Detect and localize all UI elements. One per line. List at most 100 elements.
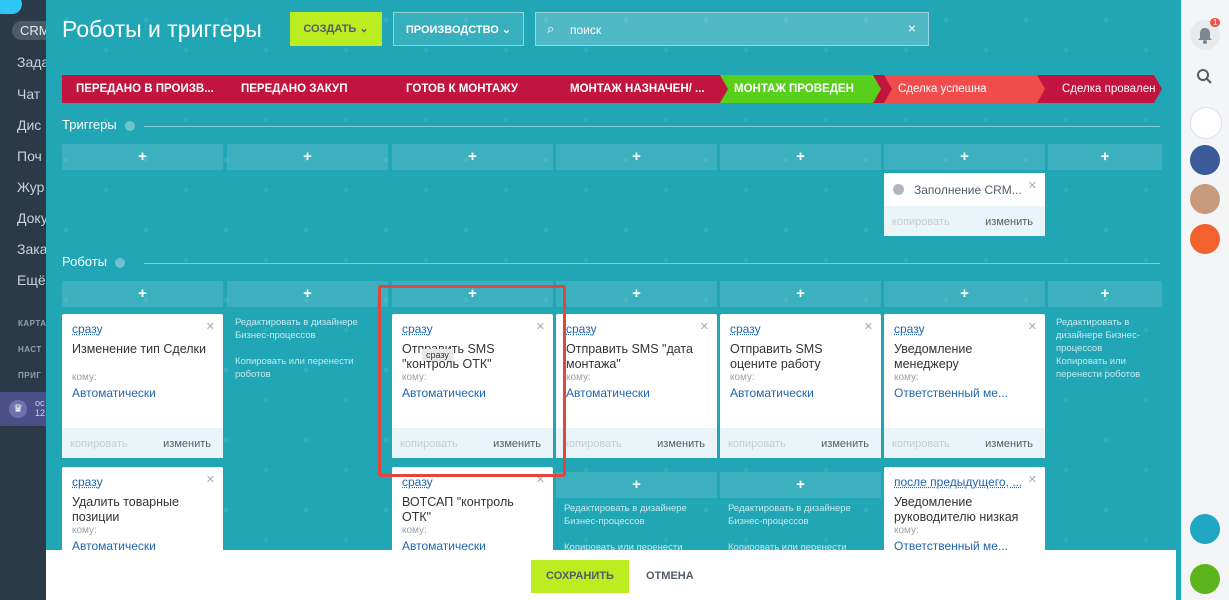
- robot-timing[interactable]: после предыдущего, ...: [894, 475, 1022, 489]
- add-robot-button[interactable]: +: [62, 281, 223, 307]
- search-box[interactable]: ⌕ поиск ×: [535, 12, 929, 46]
- edit-in-designer-link[interactable]: Редактировать в дизайнере Бизнес-процесс…: [728, 502, 868, 528]
- robot-timing[interactable]: сразу: [72, 475, 103, 489]
- edit-link[interactable]: изменить: [163, 438, 211, 450]
- robot-recipient-value[interactable]: Автоматически: [72, 386, 156, 400]
- nav-user-block[interactable]: ♛ ос 12: [0, 392, 46, 426]
- edit-link[interactable]: изменить: [657, 438, 705, 450]
- robot-timing[interactable]: сразу: [894, 322, 925, 336]
- add-robot-button[interactable]: +: [556, 281, 717, 307]
- nav-invite-link[interactable]: ПРИГ: [18, 371, 41, 380]
- stage-4[interactable]: МОНТАЖ ПРОВЕДЕН: [720, 75, 881, 103]
- close-icon[interactable]: ✕: [1028, 179, 1037, 192]
- robot-timing[interactable]: сразу: [72, 322, 103, 336]
- clear-icon[interactable]: ×: [908, 20, 916, 36]
- bitrix-logo[interactable]: [0, 0, 22, 14]
- close-icon[interactable]: ✕: [864, 320, 873, 333]
- edit-in-designer-link[interactable]: Редактировать в дизайнере Бизнес-процесс…: [564, 502, 704, 528]
- add-trigger-button[interactable]: +: [556, 144, 717, 170]
- cancel-button[interactable]: ОТМЕНА: [646, 560, 694, 593]
- robot-recipient-value[interactable]: Ответственный ме...: [894, 386, 1008, 400]
- add-trigger-button[interactable]: +: [392, 144, 553, 170]
- close-icon[interactable]: ✕: [1028, 473, 1037, 486]
- stage-3[interactable]: МОНТАЖ НАЗНАЧЕН/ ...: [556, 75, 717, 103]
- help-icon[interactable]: [124, 120, 135, 131]
- help-icon[interactable]: [115, 257, 126, 268]
- close-icon[interactable]: ✕: [206, 473, 215, 486]
- nav-item-mail[interactable]: Поч: [17, 148, 42, 164]
- nav-item-journal[interactable]: Жур: [17, 179, 44, 195]
- robots-heading: Роботы: [62, 254, 126, 269]
- add-robot-button[interactable]: +: [227, 281, 388, 307]
- add-trigger-button[interactable]: +: [720, 144, 881, 170]
- nav-item-more[interactable]: Ещё: [17, 272, 46, 288]
- search-input[interactable]: поиск: [570, 23, 601, 37]
- chevron-down-icon: ⌄: [359, 23, 369, 35]
- close-icon[interactable]: ✕: [206, 320, 215, 333]
- telephony-icon[interactable]: [1190, 514, 1220, 544]
- open-channels-icon[interactable]: [1190, 145, 1220, 175]
- nav-settings-link[interactable]: НАСТ: [18, 345, 42, 354]
- stage-6[interactable]: Сделка провален: [1048, 75, 1162, 103]
- robot-timing[interactable]: сразу: [402, 475, 433, 489]
- add-robot-button[interactable]: +: [1048, 281, 1162, 307]
- user-avatar[interactable]: [1190, 184, 1220, 214]
- stage-5[interactable]: Сделка успешна: [884, 75, 1045, 103]
- copy-link[interactable]: копировать: [564, 438, 622, 450]
- edit-link[interactable]: изменить: [985, 438, 1033, 450]
- copy-move-link[interactable]: Копировать или перенести роботов: [1056, 355, 1164, 381]
- card-footer: копировать изменить: [884, 206, 1045, 236]
- edit-in-designer-link[interactable]: Редактировать в дизайнере Бизнес-процесс…: [235, 316, 375, 342]
- robot-recipient-value[interactable]: Автоматически: [566, 386, 650, 400]
- edit-link[interactable]: изменить: [821, 438, 869, 450]
- nav-map-link[interactable]: КАРТА: [18, 319, 46, 328]
- copy-link[interactable]: копировать: [892, 216, 950, 228]
- robot-card[interactable]: сразу ✕ Уведомление менеджеру кому: Отве…: [884, 314, 1045, 458]
- nav-item-tasks[interactable]: Зада: [17, 54, 46, 70]
- robot-timing[interactable]: сразу: [730, 322, 761, 336]
- trigger-card[interactable]: Заполнение CRM... ✕ копировать изменить: [884, 173, 1045, 236]
- zennoposter-app-icon[interactable]: [1190, 107, 1222, 139]
- robot-card[interactable]: сразу ✕ Отправить SMS оцените работу ком…: [720, 314, 881, 458]
- robot-recipient-label: кому:: [402, 525, 427, 536]
- bell-icon[interactable]: 1: [1190, 18, 1221, 50]
- close-icon[interactable]: ✕: [1028, 320, 1037, 333]
- divider: [144, 263, 1160, 264]
- add-trigger-button[interactable]: +: [1048, 144, 1162, 170]
- stage-0[interactable]: ПЕРЕДАНО В ПРОИЗВ...: [62, 75, 223, 103]
- add-robot-button[interactable]: +: [556, 472, 717, 498]
- robot-timing[interactable]: сразу: [566, 322, 597, 336]
- robot-card[interactable]: сразу ✕ Изменение тип Сделки кому: Автом…: [62, 314, 223, 458]
- add-trigger-button[interactable]: +: [884, 144, 1045, 170]
- nav-user-text: ос 12: [35, 398, 46, 418]
- edit-in-designer-link[interactable]: Редактировать в дизайнере Бизнес-процесс…: [1056, 316, 1164, 355]
- close-icon[interactable]: ✕: [700, 320, 709, 333]
- stage-1[interactable]: ПЕРЕДАНО ЗАКУП: [227, 75, 388, 103]
- edit-link[interactable]: изменить: [985, 216, 1033, 228]
- nav-item-disk[interactable]: Дис: [17, 117, 41, 133]
- add-robot-button[interactable]: +: [884, 281, 1045, 307]
- create-button[interactable]: СОЗДАТЬ ⌄: [290, 12, 382, 46]
- copy-move-link[interactable]: Копировать или перенести роботов: [235, 355, 375, 381]
- add-robot-button[interactable]: +: [720, 472, 881, 498]
- robot-recipient-label: кому:: [730, 372, 755, 383]
- add-trigger-button[interactable]: +: [227, 144, 388, 170]
- copy-link[interactable]: копировать: [892, 438, 950, 450]
- nav-item-crm[interactable]: CRM: [12, 21, 46, 40]
- copy-link[interactable]: копировать: [70, 438, 128, 450]
- save-button[interactable]: СОХРАНИТЬ: [531, 560, 629, 593]
- add-robot-button[interactable]: +: [720, 281, 881, 307]
- contact-icon[interactable]: [1190, 224, 1220, 254]
- nav-item-orders[interactable]: Зака: [17, 241, 46, 257]
- robot-title: Уведомление руководителю низкая: [894, 495, 1019, 524]
- search-icon[interactable]: [1190, 62, 1220, 92]
- pipeline-select[interactable]: ПРОИЗВОДСТВО ⌄: [393, 12, 524, 46]
- robot-recipient-value[interactable]: Автоматически: [730, 386, 814, 400]
- copy-link[interactable]: копировать: [728, 438, 786, 450]
- stage-2[interactable]: ГОТОВ К МОНТАЖУ: [392, 75, 553, 103]
- robot-card[interactable]: сразу ✕ Отправить SMS "дата монтажа" ком…: [556, 314, 717, 458]
- phone-call-icon[interactable]: [1190, 564, 1220, 594]
- nav-item-chat[interactable]: Чат: [17, 86, 40, 102]
- add-trigger-button[interactable]: +: [62, 144, 223, 170]
- nav-item-documents[interactable]: Доку: [17, 210, 46, 226]
